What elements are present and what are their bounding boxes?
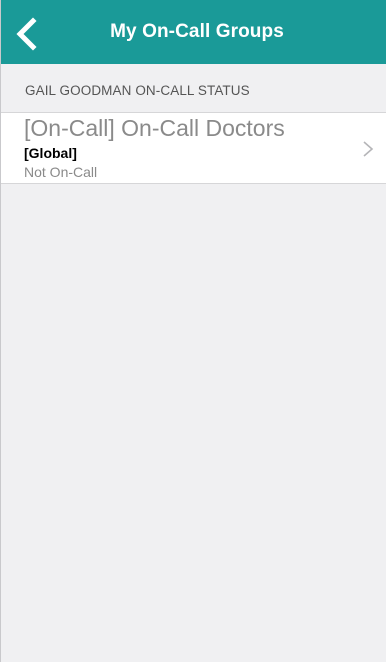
- back-button[interactable]: [11, 17, 41, 51]
- page-title: My On-Call Groups: [110, 21, 284, 42]
- list-item-on-call-group[interactable]: [On-Call] On-Call Doctors [Global] Not O…: [1, 112, 386, 184]
- navigation-bar: My On-Call Groups: [1, 0, 386, 64]
- group-title: [On-Call] On-Call Doctors: [24, 115, 285, 141]
- group-scope: [Global]: [24, 145, 77, 161]
- chevron-right-icon: [363, 141, 374, 157]
- app-screen: My On-Call Groups GAIL GOODMAN ON-CALL S…: [0, 0, 386, 662]
- group-status: Not On-Call: [24, 164, 98, 180]
- chevron-left-icon: [16, 17, 37, 51]
- section-header: GAIL GOODMAN ON-CALL STATUS: [1, 64, 386, 112]
- empty-list-area: [1, 184, 386, 662]
